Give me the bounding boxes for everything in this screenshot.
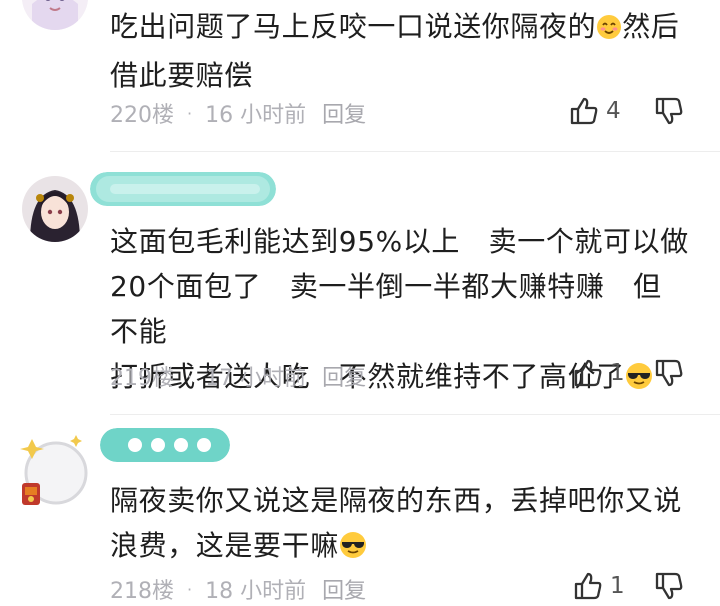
timestamp: 17 小时前 <box>205 366 307 391</box>
comment-text-line: 隔夜卖你又说这是隔夜的东西，丢掉吧你又说 <box>110 484 683 517</box>
comment-text-line: 这面包毛利能达到95%以上 卖一个就可以做 <box>110 225 689 258</box>
comment-219: 这面包毛利能达到95%以上 卖一个就可以做 20个面包了 卖一半倒一半都大赚特赚… <box>0 152 720 414</box>
like-button[interactable]: 1 <box>572 570 625 602</box>
thumbs-down-icon <box>655 97 683 125</box>
thumbs-up-icon <box>570 97 598 125</box>
like-button[interactable]: 1 <box>572 357 625 389</box>
timestamp: 18 小时前 <box>205 579 307 604</box>
comment-text: 吃出问题了马上反咬一口说送你隔夜的 然后 借此要赔偿 <box>110 4 690 98</box>
sunglasses-face-icon <box>339 527 367 572</box>
comment-text: 隔夜卖你又说这是隔夜的东西，丢掉吧你又说 浪费，这是要干嘛 <box>110 478 690 572</box>
like-count: 1 <box>610 573 625 599</box>
comment-text-line: 吃出问题了马上反咬一口说送你隔夜的 <box>110 10 597 43</box>
like-count: 4 <box>606 98 621 124</box>
comment-text-line: 借此要赔偿 <box>110 59 254 92</box>
floor-number: 220楼 <box>110 103 174 128</box>
comment-meta: 220楼 · 16 小时前 回复 <box>110 97 366 129</box>
reply-button[interactable]: 回复 <box>322 97 366 129</box>
comment-meta: 219楼 · 17 小时前 回复 <box>110 360 366 392</box>
dislike-button[interactable] <box>653 95 687 129</box>
comment-text-line: 20个面包了 卖一半倒一半都大赚特赚 但不能 <box>110 270 662 348</box>
username-redacted <box>90 172 276 206</box>
username-redacted <box>100 428 230 462</box>
avatar[interactable] <box>14 433 92 511</box>
thumbs-up-icon <box>574 572 602 600</box>
comment-text-line: 浪费，这是要干嘛 <box>110 529 339 562</box>
thumbs-down-icon <box>655 359 683 387</box>
separator-dot: · <box>187 366 193 386</box>
comment-218: 隔夜卖你又说这是隔夜的东西，丢掉吧你又说 浪费，这是要干嘛 218楼 · 18 … <box>0 415 720 605</box>
avatar[interactable] <box>22 176 88 242</box>
like-count: 1 <box>610 360 625 386</box>
comment-meta: 218楼 · 18 小时前 回复 <box>110 573 366 605</box>
timestamp: 16 小时前 <box>205 103 307 128</box>
floor-number: 219楼 <box>110 366 174 391</box>
dislike-button[interactable] <box>653 357 687 391</box>
floor-number: 218楼 <box>110 579 174 604</box>
reply-button[interactable]: 回复 <box>322 360 366 392</box>
thumbs-up-icon <box>574 359 602 387</box>
separator-dot: · <box>187 103 193 123</box>
avatar[interactable] <box>22 0 88 30</box>
sunglasses-face-icon <box>625 358 653 403</box>
dislike-button[interactable] <box>653 570 687 604</box>
comment-220: 吃出问题了马上反咬一口说送你隔夜的 然后 借此要赔偿 220楼 · 16 小时前 … <box>0 0 720 150</box>
thumbs-down-icon <box>655 572 683 600</box>
like-button[interactable]: 4 <box>568 95 621 127</box>
comment-text-line: 然后 <box>622 10 680 43</box>
separator-dot: · <box>187 579 193 599</box>
reply-button[interactable]: 回复 <box>322 573 366 605</box>
blush-face-icon <box>596 8 622 53</box>
